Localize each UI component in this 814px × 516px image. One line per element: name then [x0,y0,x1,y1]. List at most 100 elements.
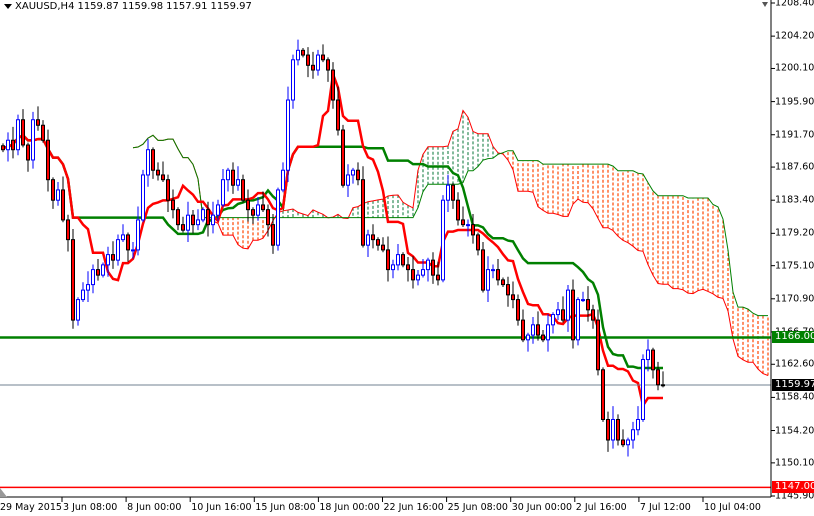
price-label: 1150.10 [775,457,814,469]
time-label: 2 Jul 16:00 [575,502,627,513]
candle-bullish [556,309,560,316]
candle-bearish [356,169,360,181]
plot-area [0,0,771,497]
candle-bullish [486,269,490,291]
candle-bullish [296,49,300,61]
candle-bearish [191,214,195,226]
candle-bullish [216,204,220,216]
candle-bullish [31,119,35,161]
candle-bearish [156,169,160,176]
price-chart[interactable] [0,0,814,516]
candle-bearish [271,224,275,246]
candle-bearish [181,224,185,231]
candle-bullish [211,214,215,226]
ohlc-high: 1159.98 [121,1,164,12]
candle-bullish [421,269,425,276]
candle-bearish [481,249,485,291]
price-label: 1158.40 [775,391,814,403]
price-label: 1179.20 [775,227,814,239]
candle-bullish [86,284,90,291]
candle-bullish [531,324,535,336]
candle-bullish [551,314,555,326]
candle-bearish [341,129,345,186]
candle-bearish [436,274,440,281]
candle-bullish [626,439,630,446]
candle-bearish [501,279,505,286]
candle-bullish [236,179,240,186]
candle-bearish [651,349,655,371]
candle-bearish [496,269,500,281]
candle-bullish [136,219,140,251]
candle-bearish [656,369,660,386]
candle-bearish [261,204,265,211]
candle-bearish [266,209,270,226]
candle-bearish [616,418,620,441]
dropdown-triangle-icon[interactable] [4,4,12,9]
price-label: 1187.60 [775,161,814,173]
time-label: 10 Jul 04:00 [704,502,761,513]
candle-bullish [6,139,10,151]
candle-bearish [541,334,545,341]
candle-bullish [316,54,320,71]
candle-bearish [591,309,595,321]
time-label: 7 Jul 12:00 [639,502,691,513]
candle-bullish [396,254,400,266]
candle-bullish [186,214,190,231]
candle-bearish [111,254,115,261]
chart-header: XAUUSD,H4 1159.87 1159.98 1157.91 1159.9… [4,1,252,12]
candle-bullish [466,224,470,227]
candle-bearish [161,174,165,181]
candle-bearish [61,189,65,221]
candle-bullish [426,259,430,271]
candle-bearish [301,49,305,56]
price-tag-low_line: 1147.00 [772,481,814,494]
candle-bullish [416,274,420,281]
price-label: 1162.60 [775,358,814,370]
candle-bullish [201,209,205,221]
price-label: 1154.20 [775,425,814,437]
candle-bearish [251,209,255,216]
candle-bearish [166,179,170,201]
candle-bullish [141,174,145,221]
candle-bearish [126,234,130,251]
candle-bullish [91,269,95,286]
candle-bullish [101,264,105,276]
time-label: 8 Jun 00:00 [127,502,182,513]
candle-bullish [56,189,60,201]
candle-bearish [371,234,375,241]
candle-bearish [71,239,75,321]
candle-bullish [446,184,450,201]
candle-bearish [306,54,310,66]
candle-bullish [81,289,85,301]
candle-bearish [521,319,525,341]
candle-bearish [376,239,380,246]
price-label: 1175.10 [775,260,814,272]
candle-bullish [646,349,650,361]
price-label: 1208.40 [775,0,814,9]
candle-bearish [361,179,365,246]
price-tag-support: 1166.00 [772,331,814,344]
candle-bearish [206,209,210,226]
candle-bearish [51,179,55,201]
candle-bearish [151,149,155,171]
candle-bearish [606,418,610,441]
candle-bearish [451,184,455,201]
candle-bearish [516,299,520,321]
candle-bearish [241,179,245,201]
ohlc-low: 1157.91 [166,1,208,12]
candle-bearish [311,64,315,71]
candle-bearish [26,144,30,161]
candle-bearish [176,209,180,226]
candle-bullish [76,299,80,321]
candle-bearish [571,289,575,341]
candle-bullish [441,199,445,281]
candle-bullish [221,179,225,206]
price-label: 1191.70 [775,129,814,141]
candle-bearish [661,384,665,387]
candle-bearish [511,294,515,301]
price-label: 1204.20 [775,30,814,42]
time-label: 30 Jun 00:00 [511,502,573,513]
candle-bearish [561,309,565,321]
candle-bullish [391,264,395,271]
candle-bearish [471,224,475,236]
